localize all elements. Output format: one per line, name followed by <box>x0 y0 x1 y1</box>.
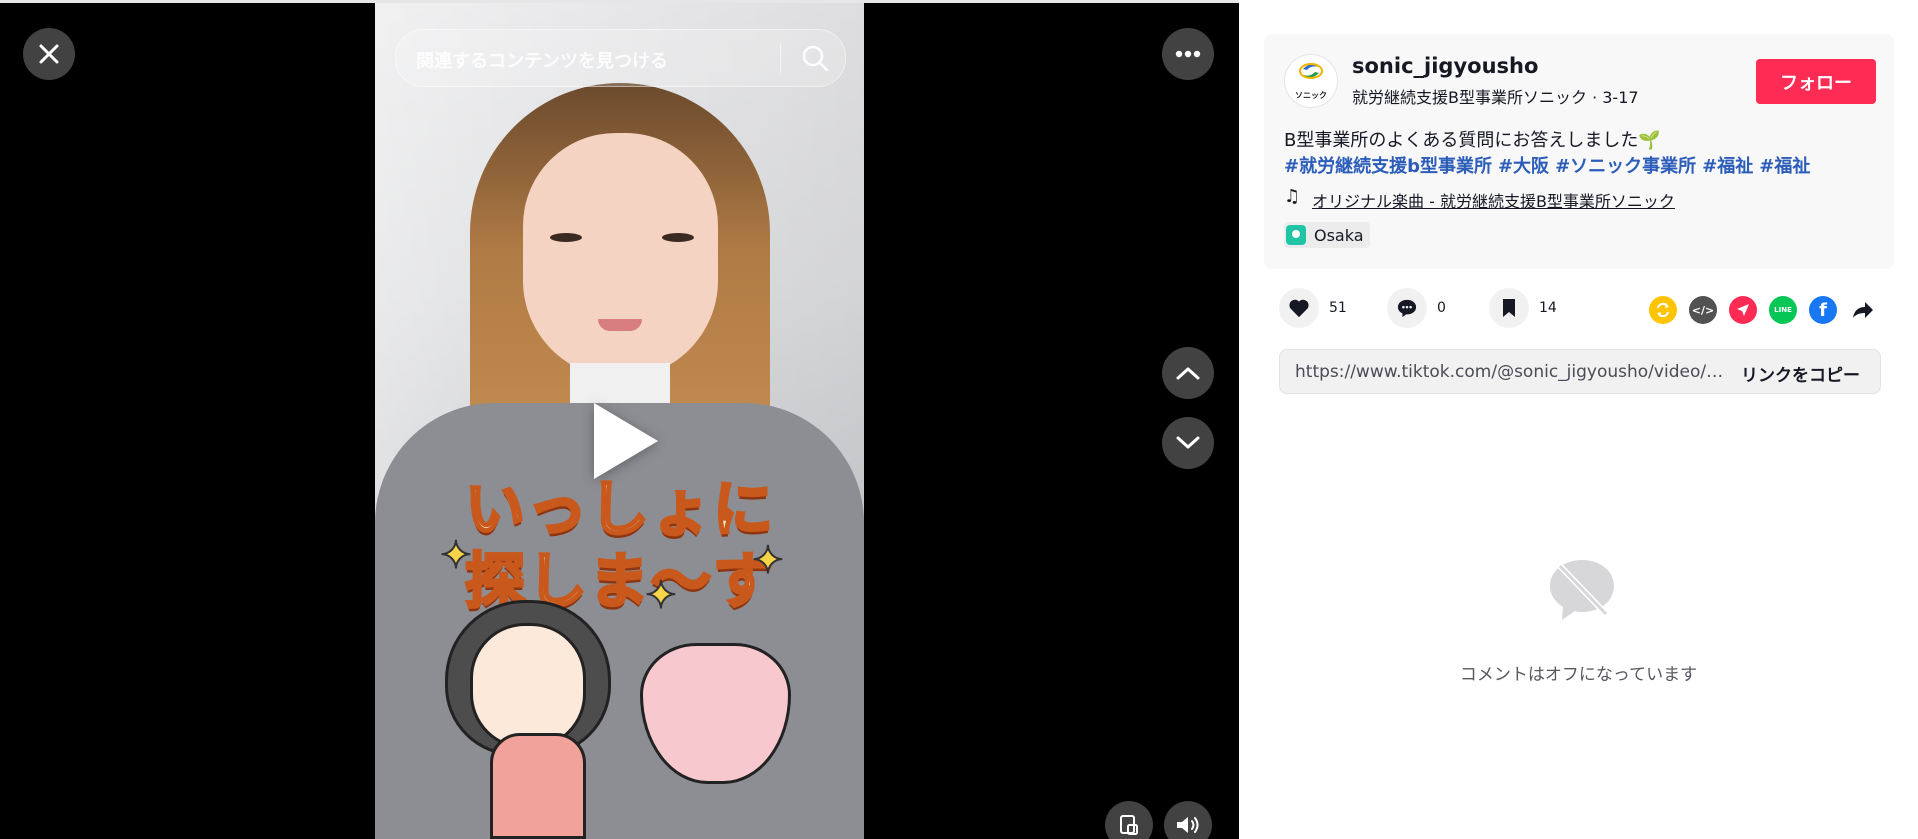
sparkle-icon: ✦ <box>751 537 785 583</box>
previous-video-button[interactable] <box>1162 347 1214 399</box>
heart-icon <box>1289 299 1309 318</box>
hashtag-link[interactable]: #福祉 <box>1759 156 1810 177</box>
like-count: 51 <box>1329 300 1347 316</box>
music-note-icon: ♫ <box>1284 186 1301 207</box>
location-tag[interactable]: Osaka <box>1284 222 1370 248</box>
hashtag-link[interactable]: #福祉 <box>1702 156 1753 177</box>
save-count: 14 <box>1539 300 1557 316</box>
comments-off-icon <box>1550 560 1614 620</box>
post-info-card: ソニック sonic_jigyousho 就労継続支援B型事業所ソニック · 3… <box>1264 34 1894 269</box>
sonic-logo-icon <box>1299 63 1323 79</box>
volume-icon <box>1177 817 1199 833</box>
sparkle-icon: ✦ <box>439 532 473 578</box>
more-options-button[interactable] <box>1162 28 1214 80</box>
hashtag-link[interactable]: #ソニック事業所 <box>1555 156 1696 177</box>
picture-in-picture-button[interactable] <box>1105 801 1153 839</box>
embed-icon[interactable]: </> <box>1689 296 1717 324</box>
hashtag-link[interactable]: #大阪 <box>1498 156 1549 177</box>
author-subline: 就労継続支援B型事業所ソニック · 3-17 <box>1352 84 1639 108</box>
chevron-down-icon <box>1176 436 1200 449</box>
comment-button[interactable]: 0 <box>1387 288 1446 328</box>
avatar[interactable]: ソニック <box>1284 54 1338 108</box>
save-circle <box>1489 288 1529 328</box>
post-date: 3-17 <box>1602 88 1639 107</box>
video-person-mouth <box>598 319 642 331</box>
video-person-eye <box>550 233 582 242</box>
hashtag-link[interactable]: #就労継続支援b型事業所 <box>1284 156 1492 177</box>
share-arrow-icon[interactable] <box>1849 296 1877 324</box>
facebook-icon[interactable]: f <box>1809 296 1837 324</box>
search-icon[interactable] <box>799 42 831 74</box>
video-person-face <box>523 133 718 378</box>
line-icon[interactable]: LINE <box>1769 296 1797 324</box>
share-link-box: https://www.tiktok.com/@sonic_jigyousho/… <box>1279 349 1881 394</box>
subline-separator: · <box>1586 88 1603 107</box>
share-link-url[interactable]: https://www.tiktok.com/@sonic_jigyousho/… <box>1295 362 1725 382</box>
music-link[interactable]: オリジナル楽曲 - 就労継続支援B型事業所ソニック <box>1312 188 1675 212</box>
picture-in-picture-icon <box>1120 815 1138 835</box>
hashtag-list: #就労継続支援b型事業所 #大阪 #ソニック事業所 #福祉 #福祉 <box>1284 152 1816 178</box>
send-icon[interactable] <box>1729 296 1757 324</box>
illustration-girl-body <box>490 733 586 839</box>
like-circle <box>1279 288 1319 328</box>
comment-count: 0 <box>1437 300 1446 316</box>
chevron-up-icon <box>1176 367 1200 380</box>
illustration-girl-face <box>470 623 586 749</box>
video-person-eye <box>662 233 694 242</box>
next-video-button[interactable] <box>1162 417 1214 469</box>
copy-link-button[interactable]: リンクをコピー <box>1741 361 1860 386</box>
details-panel: ソニック sonic_jigyousho 就労継続支援B型事業所ソニック · 3… <box>1239 0 1918 839</box>
comments-off-message: コメントはオフになっています <box>1459 665 1698 685</box>
author-username[interactable]: sonic_jigyousho <box>1352 54 1538 78</box>
video-search-bar[interactable]: 関連するコンテンツを見つける <box>395 29 846 87</box>
save-button[interactable]: 14 <box>1489 288 1557 328</box>
search-divider <box>780 43 781 73</box>
comment-circle <box>1387 288 1427 328</box>
close-button[interactable] <box>23 28 75 80</box>
follow-button[interactable]: フォロー <box>1756 59 1876 104</box>
close-icon <box>39 44 59 64</box>
sparkle-icon: ✦ <box>644 572 678 618</box>
search-placeholder: 関連するコンテンツを見つける <box>416 51 668 72</box>
location-label: Osaka <box>1314 225 1364 245</box>
volume-button[interactable] <box>1164 801 1212 839</box>
like-button[interactable]: 51 <box>1279 288 1347 328</box>
location-pin-icon <box>1286 225 1306 245</box>
bookmark-icon <box>1503 299 1515 317</box>
author-display-name[interactable]: 就労継続支援B型事業所ソニック <box>1352 88 1587 107</box>
comment-icon <box>1397 299 1417 318</box>
post-description: B型事業所のよくある質問にお答えしました🌱 <box>1284 130 1661 151</box>
avatar-logo-text: ソニック <box>1295 91 1327 100</box>
video-stage: 関連するコンテンツを見つける いっしょに 探しま～す ✦ ✦ ✦ <box>0 3 1239 839</box>
repost-icon[interactable] <box>1649 296 1677 324</box>
more-icon <box>1175 50 1201 58</box>
